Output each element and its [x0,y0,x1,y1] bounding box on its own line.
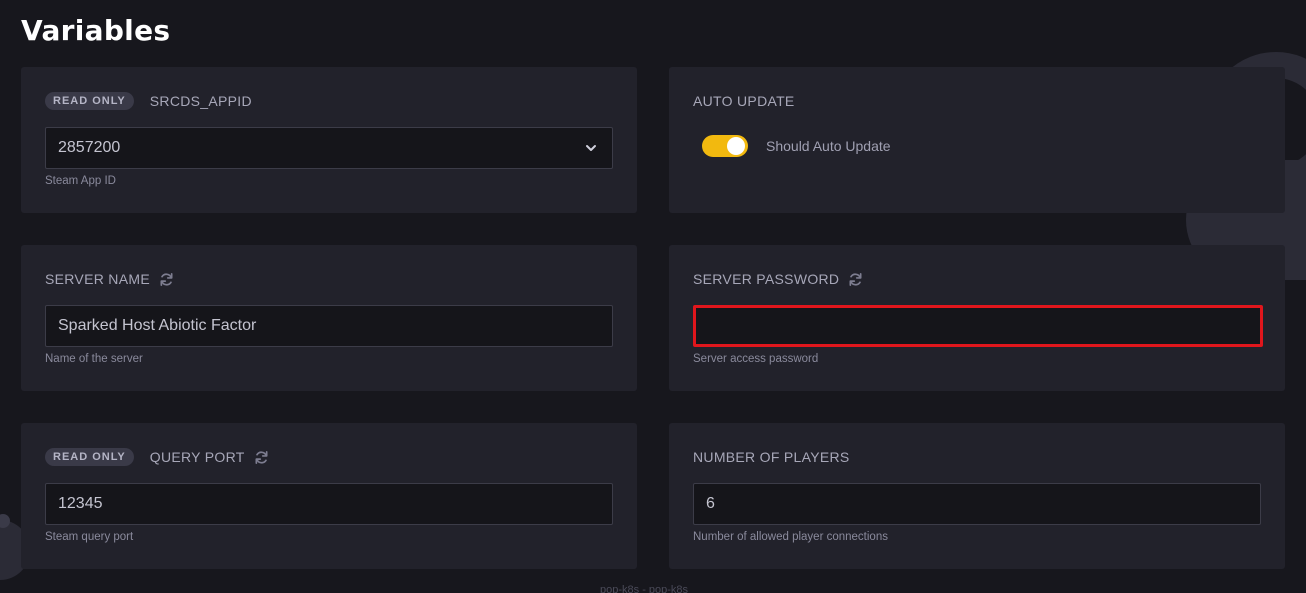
variable-label: NUMBER OF PLAYERS [693,449,850,465]
variable-label: SERVER PASSWORD [693,271,840,287]
variable-card-server-password: SERVER PASSWORD Server access password [669,245,1285,391]
toggle-row: Should Auto Update [702,135,1261,157]
variable-card-server-name: SERVER NAME Name of the server [21,245,637,391]
query-port-input[interactable] [58,495,600,513]
server-name-field[interactable] [45,305,613,347]
server-password-field[interactable] [693,305,1263,347]
variable-label: QUERY PORT [149,449,245,465]
card-header: AUTO UPDATE [693,91,1261,111]
number-of-players-input[interactable] [706,495,1248,513]
appid-value: 2857200 [58,139,121,156]
help-text: Steam App ID [45,175,116,187]
page-title: Variables [21,14,171,47]
card-header: SERVER PASSWORD [693,269,1261,289]
chevron-down-icon [584,141,598,155]
toggle-label: Should Auto Update [766,138,891,154]
server-name-input[interactable] [58,317,600,335]
refresh-icon[interactable] [159,272,174,287]
variable-label: SERVER NAME [45,271,150,287]
variable-label: SRCDS_APPID [149,93,252,109]
appid-select[interactable]: 2857200 [45,127,613,169]
help-text: Name of the server [45,353,143,365]
read-only-badge: READ ONLY [45,92,134,110]
read-only-badge: READ ONLY [45,448,134,466]
footer-text: pop-k8s - pop-k8s [600,584,689,593]
variable-card-query-port: READ ONLY QUERY PORT Steam query port [21,423,637,569]
toggle-knob [727,137,745,155]
refresh-icon[interactable] [848,272,863,287]
background-decoration [0,514,10,528]
auto-update-toggle[interactable] [702,135,748,157]
number-of-players-field[interactable] [693,483,1261,525]
help-text: Steam query port [45,531,134,543]
server-password-input[interactable] [708,317,1248,335]
card-header: SERVER NAME [45,269,613,289]
card-header: NUMBER OF PLAYERS [693,447,1261,467]
query-port-field[interactable] [45,483,613,525]
variable-label: AUTO UPDATE [693,93,795,109]
refresh-icon[interactable] [254,450,269,465]
card-header: READ ONLY QUERY PORT [45,447,613,467]
card-header: READ ONLY SRCDS_APPID [45,91,613,111]
help-text: Server access password [693,353,819,365]
variable-card-auto-update: AUTO UPDATE Should Auto Update [669,67,1285,213]
help-text: Number of allowed player connections [693,531,888,543]
variable-card-number-of-players: NUMBER OF PLAYERS Number of allowed play… [669,423,1285,569]
variable-card-appid: READ ONLY SRCDS_APPID 2857200 Steam App … [21,67,637,213]
